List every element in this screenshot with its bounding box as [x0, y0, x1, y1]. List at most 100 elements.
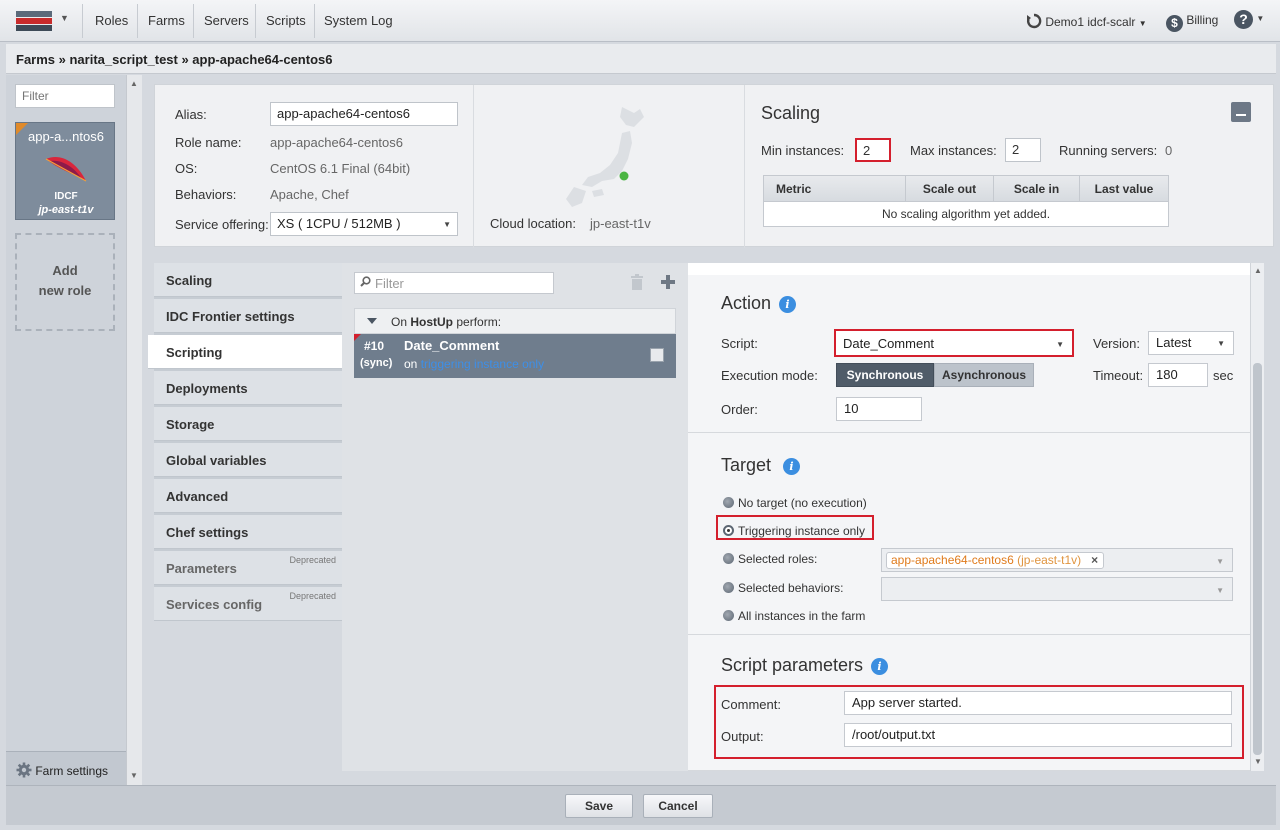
column-header-metric[interactable]: Metric: [764, 176, 906, 202]
tab-storage[interactable]: Storage: [154, 407, 342, 441]
plus-icon[interactable]: [660, 274, 676, 290]
selected-roles-combo[interactable]: app-apache64-centos6 (jp-east-t1v) × ▼: [881, 548, 1233, 572]
selected-behaviors-combo[interactable]: ▼: [881, 577, 1233, 601]
script-select[interactable]: Date_Comment ▼: [834, 329, 1074, 357]
chevron-down-icon: ▼: [1138, 19, 1147, 28]
role-chip-location: (jp-east-t1v): [1017, 553, 1082, 567]
add-role-label-line1: Add: [52, 263, 78, 278]
menu-servers[interactable]: Servers: [204, 13, 249, 28]
remove-chip-icon[interactable]: ×: [1091, 553, 1098, 568]
scroll-down-icon[interactable]: ▼: [130, 771, 138, 780]
column-header-last-value[interactable]: Last value: [1080, 176, 1168, 202]
max-instances-input[interactable]: 2: [1005, 138, 1041, 162]
script-label: Script:: [721, 336, 758, 351]
os-label: OS:: [175, 161, 198, 176]
roles-filter-input[interactable]: [15, 84, 115, 108]
empty-table-message: No scaling algorithm yet added.: [881, 207, 1051, 221]
tab-parameters[interactable]: Parameters Deprecated: [154, 551, 342, 585]
cancel-button[interactable]: Cancel: [643, 794, 713, 818]
radio-all-instances[interactable]: [723, 610, 734, 621]
script-checkbox[interactable]: [650, 348, 664, 362]
script-target: on triggering instance only: [404, 357, 544, 371]
role-card-name: app-a...ntos6: [28, 129, 104, 144]
order-input[interactable]: 10: [836, 397, 922, 421]
info-icon[interactable]: i: [779, 296, 796, 313]
column-header-scale-in[interactable]: Scale in: [994, 176, 1080, 202]
trash-icon[interactable]: [630, 274, 644, 290]
cloud-location-panel: Cloud location: jp-east-t1v: [473, 85, 745, 248]
tab-global-variables[interactable]: Global variables: [154, 443, 342, 477]
help-menu[interactable]: ? ▼: [1234, 10, 1264, 29]
script-target-link[interactable]: triggering instance only: [421, 357, 544, 371]
order-label: Order:: [721, 402, 758, 417]
save-button[interactable]: Save: [565, 794, 633, 818]
menu-farms[interactable]: Farms: [148, 13, 185, 28]
min-instances-input[interactable]: 2: [855, 138, 891, 162]
tab-scaling[interactable]: Scaling: [154, 263, 342, 297]
tab-idc-frontier-settings[interactable]: IDC Frontier settings: [154, 299, 342, 333]
role-card[interactable]: app-a...ntos6 IDCF jp-east-t1v: [15, 122, 115, 220]
scroll-up-icon[interactable]: ▲: [130, 79, 138, 88]
menu-scripts[interactable]: Scripts: [266, 13, 306, 28]
tab-chef-settings[interactable]: Chef settings: [154, 515, 342, 549]
billing-link[interactable]: $ Billing: [1166, 13, 1218, 32]
behaviors-value: Apache, Chef: [270, 187, 349, 202]
execution-mode-label: Execution mode:: [721, 368, 818, 383]
script-list-item[interactable]: #10 (sync) Date_Comment on triggering in…: [354, 334, 676, 378]
collapse-triangle-icon[interactable]: [367, 318, 377, 324]
refresh-icon: [1026, 13, 1042, 29]
tab-services-config[interactable]: Services config Deprecated: [154, 587, 342, 621]
chevron-down-icon: ▼: [1056, 340, 1064, 349]
scroll-down-icon[interactable]: ▼: [1254, 757, 1262, 766]
collapse-icon[interactable]: [1231, 102, 1251, 122]
modified-marker: [354, 334, 361, 341]
role-chip-name: app-apache64-centos6: [891, 553, 1014, 567]
add-role-button[interactable]: Add new role: [15, 233, 115, 331]
script-parameters-highlight: [714, 685, 1244, 759]
menu-roles[interactable]: Roles: [95, 13, 128, 28]
billing-label: Billing: [1186, 13, 1219, 27]
script-filter-input[interactable]: Filter: [354, 272, 554, 294]
menu-separator: [137, 4, 138, 38]
scroll-up-icon[interactable]: ▲: [1254, 266, 1262, 275]
role-name-value: app-apache64-centos6: [270, 135, 403, 150]
tab-scripting[interactable]: Scripting: [148, 335, 342, 369]
scalr-logo-icon[interactable]: [14, 9, 54, 33]
script-mode: (sync): [360, 357, 393, 369]
version-select[interactable]: Latest ▼: [1148, 331, 1234, 355]
menu-system-log[interactable]: System Log: [324, 13, 393, 28]
user-menu[interactable]: Demo1 idcf-scalr ▼: [1026, 13, 1147, 29]
alias-input[interactable]: app-apache64-centos6: [270, 102, 458, 126]
asynchronous-button[interactable]: Asynchronous: [934, 363, 1034, 387]
script-group-header[interactable]: On HostUp perform:: [354, 308, 676, 334]
radio-no-target[interactable]: [723, 497, 734, 508]
running-servers-label: Running servers:: [1059, 143, 1158, 158]
timeout-input[interactable]: 180: [1148, 363, 1208, 387]
help-icon: ?: [1234, 10, 1253, 29]
left-scrollbar[interactable]: ▲ ▼: [126, 75, 142, 785]
radio-selected-roles[interactable]: [723, 553, 734, 564]
tab-advanced[interactable]: Advanced: [154, 479, 342, 513]
japan-map-icon: [566, 107, 644, 207]
script-list-panel: Filter On HostUp perform: #10 (sync) Dat…: [342, 263, 688, 771]
chevron-down-icon: ▼: [1256, 14, 1265, 23]
menu-separator: [82, 4, 83, 38]
info-icon[interactable]: i: [783, 458, 800, 475]
chevron-down-icon[interactable]: ▼: [60, 13, 69, 23]
radio-selected-behaviors[interactable]: [723, 582, 734, 593]
column-header-scale-out[interactable]: Scale out: [906, 176, 994, 202]
tab-deployments[interactable]: Deployments: [154, 371, 342, 405]
service-offering-select[interactable]: XS ( 1CPU / 512MB ) ▼: [270, 212, 458, 236]
bottom-toolbar: Save Cancel: [6, 785, 1276, 825]
gear-icon: [16, 762, 32, 778]
alias-label: Alias:: [175, 107, 207, 122]
detail-scrollbar[interactable]: ▲ ▼: [1250, 263, 1264, 771]
running-servers-value: 0: [1165, 143, 1173, 158]
scaling-metrics-table: Metric Scale out Scale in Last value No …: [763, 175, 1169, 227]
group-prefix: On: [391, 315, 411, 329]
scroll-thumb[interactable]: [1253, 363, 1262, 755]
synchronous-button[interactable]: Synchronous: [836, 363, 934, 387]
farm-settings-button[interactable]: Farm settings: [6, 751, 126, 785]
triggering-instance-highlight: [716, 515, 874, 540]
info-icon[interactable]: i: [871, 658, 888, 675]
